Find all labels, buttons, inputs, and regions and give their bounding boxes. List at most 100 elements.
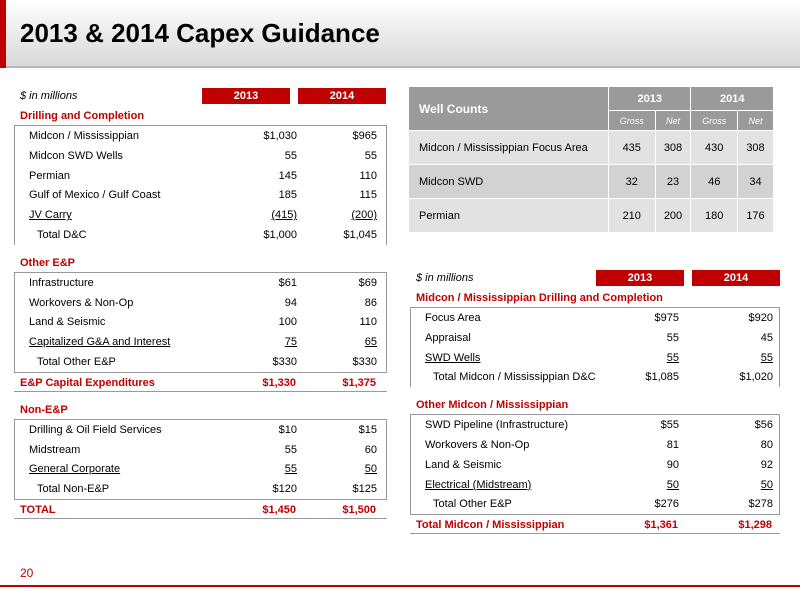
gross-2013: 435	[608, 130, 656, 165]
midcon-total-row: Total Midcon / Mississippian $1,361 $1,298	[410, 514, 780, 535]
value-2013: $55	[660, 419, 679, 432]
gross-2014: 430	[690, 130, 738, 165]
value-2014: 110	[359, 169, 377, 182]
table-row: Capitalized G&A and Interest 75 65	[15, 332, 386, 352]
page-title: 2013 & 2014 Capex Guidance	[20, 18, 380, 48]
row-label: Workovers & Non-Op	[425, 438, 530, 451]
row-label: Total Non-E&P	[37, 483, 110, 496]
grand-total-row: TOTAL $1,450 $1,500	[14, 498, 387, 519]
table-row-subtotal: Total Midcon / Mississippian D&C $1,085 $1…	[411, 367, 779, 387]
value-2014: $1,500	[342, 503, 376, 516]
value-2014: 45	[760, 331, 773, 344]
unit-label: $ in millions	[20, 90, 78, 102]
net-2014: 176	[736, 198, 775, 233]
row-label: TOTAL	[20, 503, 56, 516]
other-midcon-rows: SWD Pipeline (Infrastructure) $55 $56 Work…	[410, 415, 780, 515]
value-2013: $10	[278, 423, 297, 436]
value-2014: (200)	[351, 209, 377, 222]
left-header-row: $ in millions 2013 2014	[14, 86, 387, 106]
value-2013: 145	[278, 169, 297, 182]
value-2014: 55	[364, 149, 377, 162]
row-label: Permian	[408, 198, 609, 233]
section-title-midcon-dc: Midcon / Mississippian Drilling and Comp…	[410, 288, 780, 308]
value-2013: $1,361	[644, 519, 678, 532]
net-2013-header: Net	[654, 110, 692, 131]
midcon-dc-rows: Focus Area $975 $920 Appraisal 55 45 SWD Wel…	[410, 308, 780, 388]
table-row: SWD Pipeline (Infrastructure) $55 $56	[411, 415, 779, 435]
value-2014: 86	[364, 296, 377, 309]
ep-capex-total-row: E&P Capital Expenditures $1,330 $1,375	[14, 371, 387, 392]
value-2014: $1,375	[342, 376, 376, 389]
wells-year-2013-header: 2013	[607, 86, 692, 111]
net-2014-header: Net	[736, 110, 775, 131]
year-2013-header: 2013	[596, 270, 684, 286]
value-2013: 55	[666, 331, 679, 344]
table-row: Electrical (Midstream) 50 50	[411, 475, 779, 495]
value-2014: 60	[364, 443, 377, 456]
value-2013: $1,000	[263, 228, 297, 241]
row-label: Infrastructure	[29, 276, 94, 289]
net-2014: 34	[736, 164, 775, 199]
non-ep-rows: Drilling & Oil Field Services $10 $15 Mids…	[14, 419, 387, 499]
value-2013: 55	[284, 463, 297, 476]
year-2013-header: 2013	[202, 88, 290, 104]
row-label: Total Midcon / Mississippian D&C	[433, 371, 596, 384]
section-title-other-ep: Other E&P	[14, 253, 387, 273]
value-2013: 94	[284, 296, 297, 309]
value-2013: $1,450	[262, 503, 296, 516]
section-title-non-ep: Non-E&P	[14, 400, 387, 420]
row-label: Drilling & Oil Field Services	[29, 423, 162, 436]
value-2013: $975	[654, 312, 679, 324]
well-counts-header: Well Counts	[408, 86, 609, 131]
row-label: E&P Capital Expenditures	[20, 376, 155, 389]
value-2014: $56	[754, 419, 773, 432]
table-row: Appraisal 55 45	[411, 328, 779, 348]
value-2014: 80	[760, 438, 773, 451]
row-label: Workovers & Non-Op	[29, 296, 134, 309]
unit-label: $ in millions	[416, 272, 474, 284]
table-row: Infrastructure $61 $69	[15, 273, 386, 293]
table-row: Gulf of Mexico / Gulf Coast 185 115	[15, 185, 386, 205]
net-2013: 200	[654, 198, 692, 233]
table-row: Midcon SWD 32 23 46 34	[408, 164, 775, 199]
row-label: Midstream	[29, 443, 81, 456]
row-label: Appraisal	[425, 331, 471, 344]
net-2014: 308	[736, 130, 775, 165]
table-row-subtotal: Total Non-E&P $120 $125	[15, 479, 386, 499]
other-ep-rows: Infrastructure $61 $69 Workovers & Non-Op 9…	[14, 272, 387, 372]
table-row: Midcon / Mississippian Focus Area 435 30…	[408, 130, 775, 165]
value-2014: $1,020	[739, 371, 773, 384]
well-counts-table: Well Counts 2013 2014 Gross Net Gross Ne…	[408, 86, 775, 233]
title-bar: 2013 & 2014 Capex Guidance	[0, 0, 800, 68]
value-2013: 55	[284, 149, 297, 162]
row-label: Total Other E&P	[37, 355, 116, 368]
value-2013: 55	[284, 443, 297, 456]
page-number: 20	[20, 566, 34, 580]
value-2013: 55	[666, 351, 679, 364]
drilling-rows: Midcon / Mississippian $1,030 $965 Midcon …	[14, 126, 387, 245]
year-2014-header: 2014	[692, 270, 780, 286]
table-row: Midcon SWD Wells 55 55	[15, 146, 386, 166]
year-2014-header: 2014	[298, 88, 386, 104]
row-label: Midcon SWD	[408, 164, 609, 199]
value-2013: $276	[654, 498, 679, 511]
table-row: Permian 210 200 180 176	[408, 198, 775, 233]
row-label: Land & Seismic	[29, 316, 106, 329]
row-label: SWD Wells	[425, 351, 481, 364]
table-row: Workovers & Non-Op 81 80	[411, 435, 779, 455]
row-label: Total D&C	[37, 228, 87, 241]
value-2014: $15	[358, 423, 377, 436]
value-2014: 115	[359, 189, 377, 202]
table-row: Focus Area $975 $920	[411, 308, 779, 328]
table-row: Permian 145 110	[15, 166, 386, 186]
value-2013: 75	[284, 336, 297, 349]
table-row: Workovers & Non-Op 94 86	[15, 293, 386, 313]
table-row-subtotal: Total D&C $1,000 $1,045	[15, 225, 386, 245]
value-2013: 185	[278, 189, 297, 202]
table-row: Drilling & Oil Field Services $10 $15	[15, 420, 386, 440]
value-2014: 65	[364, 336, 377, 349]
value-2013: 50	[666, 478, 679, 491]
gross-2014: 46	[690, 164, 738, 199]
row-label: Total Midcon / Mississippian	[416, 519, 565, 532]
value-2013: $1,330	[262, 376, 296, 389]
